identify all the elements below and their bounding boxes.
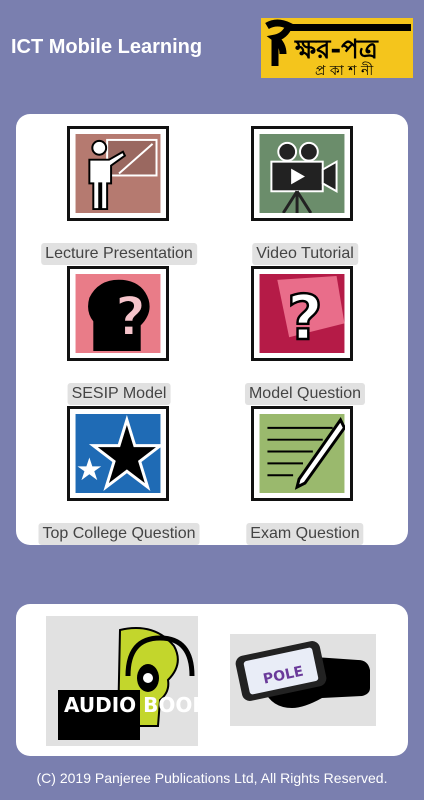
extras-card: AUDIO BOOK POLE [16,604,408,756]
question-head-icon: ? [67,266,169,361]
menu-item-video-tutorial[interactable]: Video Tutorial [212,126,398,268]
svg-text:?: ? [287,283,323,353]
menu-item-label: Model Question [244,383,366,405]
publisher-logo-graphic: ক্ষর-পত্র প্র কা শ নী [261,18,413,79]
audio-book-button[interactable]: AUDIO BOOK [46,616,209,746]
menu-item-sesip-model[interactable]: ? SESIP Model [26,266,212,408]
publisher-logo: ক্ষর-পত্র প্র কা শ নী [261,18,413,79]
svg-text:প্র কা শ নী: প্র কা শ নী [315,62,374,78]
menu-item-label: SESIP Model [67,383,171,405]
pole-phone-icon: POLE [235,641,370,708]
menu-item-model-question[interactable]: ? Model Question [212,266,398,408]
star-icon [67,406,169,501]
menu-card: Lecture Presentation Video Tutorial ? SE… [16,114,408,545]
menu-item-label: Exam Question [246,523,364,545]
copyright-footer: (C) 2019 Panjeree Publications Ltd, All … [36,770,388,786]
question-mark-icon: ? [251,266,353,361]
pen-paper-icon [251,406,353,501]
video-camera-icon [251,126,353,221]
audio-book-text: AUDIO BOOK [64,693,198,717]
menu-item-label: Lecture Presentation [41,243,197,265]
svg-text:?: ? [115,286,146,348]
menu-item-label: Video Tutorial [252,243,358,265]
menu-item-top-college-question[interactable]: Top College Question [26,406,212,548]
teacher-board-icon [67,126,169,221]
svg-text:ক্ষর-পত্র: ক্ষর-পত্র [294,35,379,65]
pole-button[interactable]: POLE [230,634,376,726]
audio-book-headphones-icon: AUDIO BOOK [58,627,209,740]
menu-item-label: Top College Question [38,523,200,545]
menu-item-lecture-presentation[interactable]: Lecture Presentation [26,126,212,268]
app-title: ICT Mobile Learning [11,36,203,58]
menu-item-exam-question[interactable]: Exam Question [212,406,398,548]
